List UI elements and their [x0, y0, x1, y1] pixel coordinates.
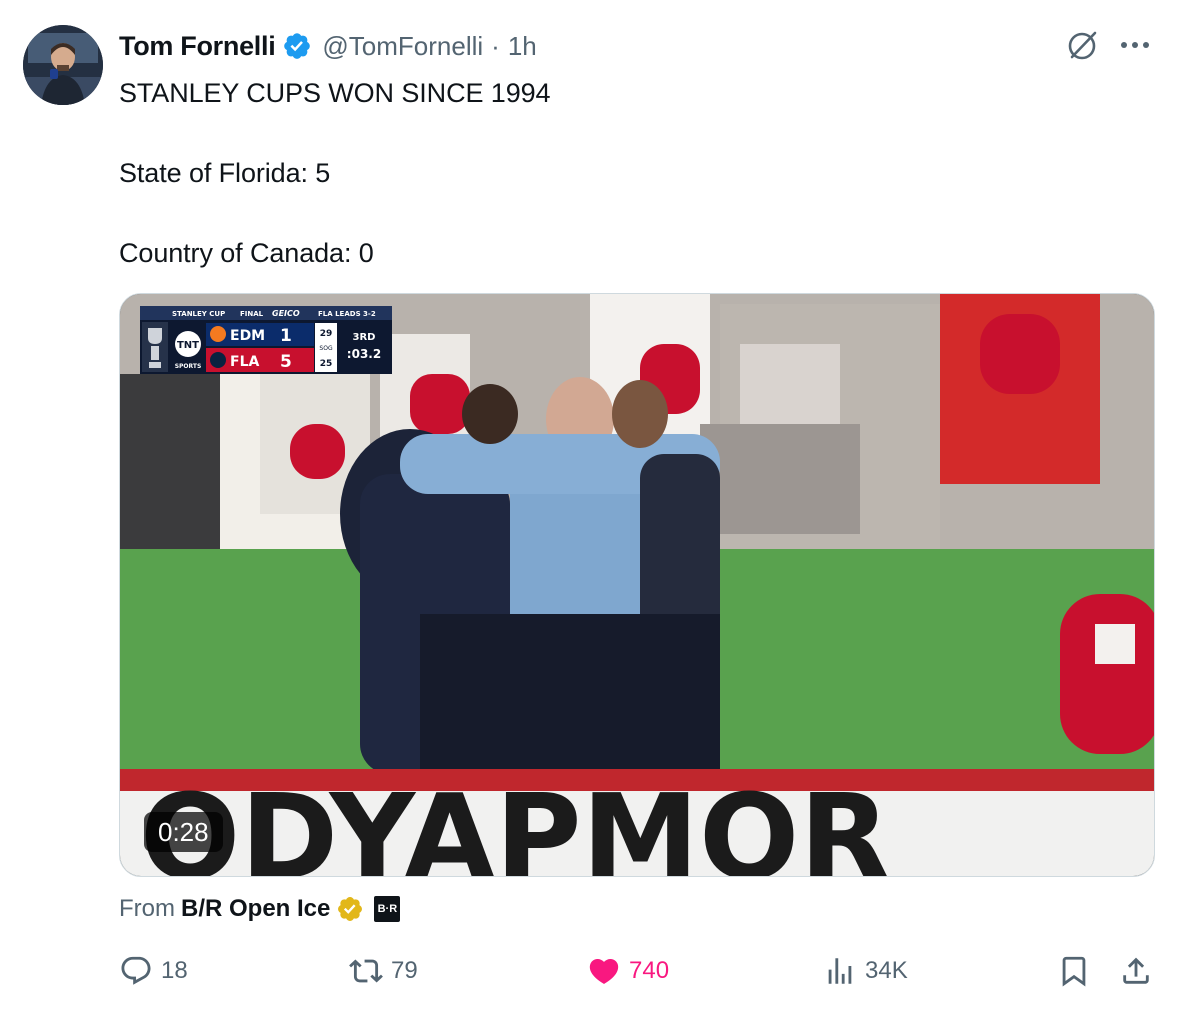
verified-gold-badge-icon [338, 897, 363, 921]
share-icon [1123, 957, 1149, 984]
game-clock: :03.2 [347, 347, 381, 361]
like-count: 740 [629, 957, 670, 984]
round-label: FINAL [240, 310, 264, 318]
source-logo-badge: B·R [374, 896, 401, 922]
tweet-timestamp[interactable]: 1h [508, 31, 537, 62]
repost-icon [349, 959, 383, 983]
team-edm-abbr: EDM [230, 328, 265, 344]
repost-count: 79 [391, 957, 418, 984]
board-text: ODYAPMOR [140, 768, 890, 877]
status-label: FLA LEADS 3-2 [318, 310, 376, 318]
reply-count: 18 [161, 957, 188, 984]
source-prefix: From [119, 895, 175, 922]
tweet-text: STANLEY CUPS WON SINCE 1994 State of Flo… [119, 78, 551, 268]
repost-button[interactable]: 79 [349, 950, 418, 992]
video-duration-badge: 0:28 [144, 812, 223, 852]
team-fla-score: 5 [280, 352, 292, 372]
fla-sog: 25 [320, 359, 333, 369]
team-edm-score: 1 [280, 326, 292, 346]
author-handle[interactable]: @TomFornelli [322, 31, 483, 62]
video-player[interactable]: ODYAPMOR TNT SPORTS STANLEY CUP FINAL GE… [119, 293, 1155, 877]
more-dots-icon[interactable] [1115, 30, 1155, 60]
video-frame: ODYAPMOR [120, 294, 1154, 877]
edm-sog: 29 [320, 329, 333, 339]
scorebug: TNT SPORTS STANLEY CUP FINAL GEICO FLA L… [140, 306, 392, 374]
network-sub: SPORTS [175, 363, 202, 370]
tweet-actions: 18 79 740 34K [119, 950, 1159, 992]
heart-icon [589, 958, 619, 984]
bookmark-button[interactable] [1057, 950, 1091, 992]
grok-icon[interactable] [1063, 26, 1101, 64]
verified-blue-badge-icon[interactable] [282, 31, 312, 61]
sponsor-label: GEICO [272, 309, 300, 318]
network-logo: TNT [177, 340, 199, 351]
separator-dot: · [491, 30, 500, 61]
source-name[interactable]: B/R Open Ice [181, 895, 330, 923]
views-count: 34K [865, 957, 908, 984]
series-label: STANLEY CUP [172, 310, 225, 318]
tweet-header: Tom Fornelli @TomFornelli · 1h [119, 26, 537, 66]
bookmark-icon [1062, 956, 1086, 987]
share-button[interactable] [1119, 950, 1153, 992]
sog-label: SOG [319, 345, 333, 352]
author-avatar[interactable] [23, 25, 103, 105]
author-name[interactable]: Tom Fornelli [119, 31, 276, 62]
avatar-image [23, 25, 103, 105]
reply-icon [121, 956, 151, 985]
views-chart-icon [828, 958, 852, 984]
team-fla-abbr: FLA [230, 354, 259, 370]
like-button[interactable]: 740 [587, 950, 669, 992]
source-attribution[interactable]: From B/R Open Ice B·R [119, 893, 401, 925]
period-label: 3RD [353, 332, 376, 343]
reply-button[interactable]: 18 [119, 950, 188, 992]
views-button[interactable]: 34K [823, 950, 908, 992]
